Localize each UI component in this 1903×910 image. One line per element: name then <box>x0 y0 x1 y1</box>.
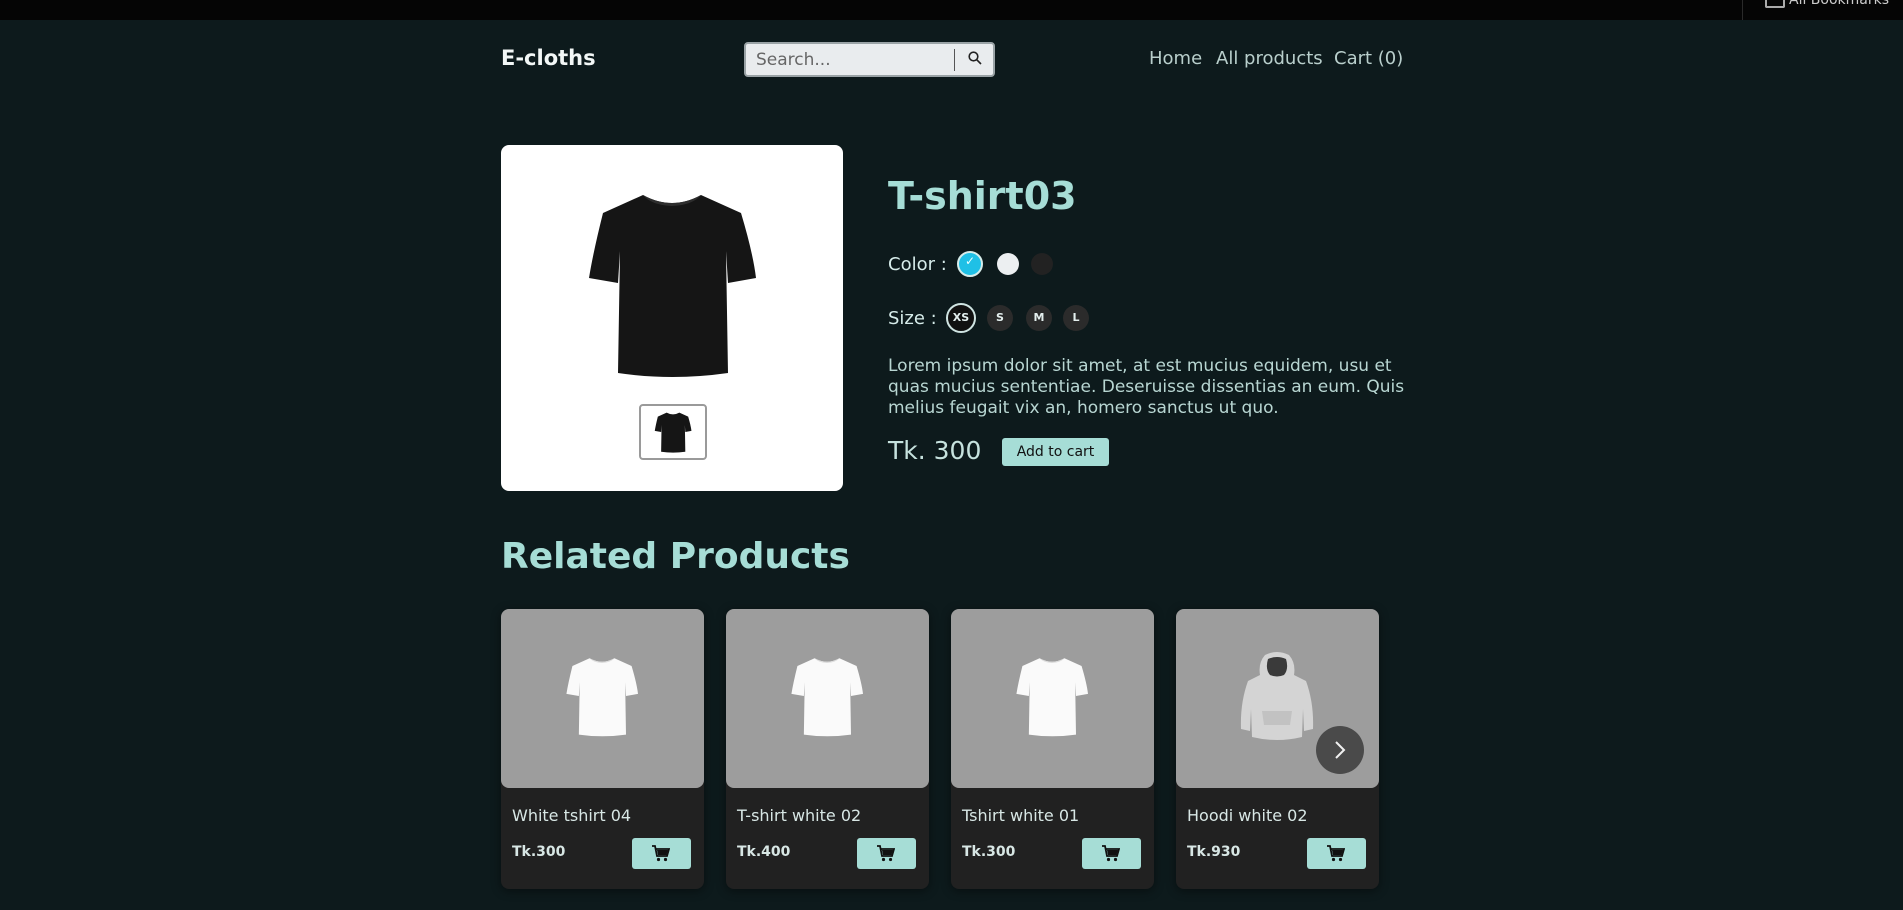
product-description: Lorem ipsum dolor sit amet, at est muciu… <box>888 356 1405 418</box>
card-add-to-cart-button[interactable] <box>1307 838 1366 869</box>
product-card-image <box>951 609 1154 788</box>
hoodie-icon <box>1240 652 1314 740</box>
product-card-name: T-shirt white 02 <box>737 806 862 825</box>
product-card-price: Tk.300 <box>962 844 1016 860</box>
color-swatch-white[interactable] <box>997 253 1019 275</box>
all-bookmarks-button[interactable]: All Bookmarks <box>1742 0 1903 20</box>
folder-icon <box>1765 0 1785 8</box>
search-button[interactable] <box>958 46 991 73</box>
cart-icon <box>1327 845 1345 862</box>
related-product-card[interactable]: Tshirt white 01 Tk.300 <box>951 609 1154 889</box>
product-gallery <box>501 145 843 491</box>
color-label: Color : <box>888 254 947 275</box>
tshirt-icon <box>1016 658 1088 737</box>
brand-logo[interactable]: E-cloths <box>501 46 596 70</box>
card-add-to-cart-button[interactable] <box>632 838 691 869</box>
size-option-xs[interactable]: XS <box>946 303 976 333</box>
product-card-price: Tk.930 <box>1187 844 1241 860</box>
search-box <box>744 42 995 77</box>
nav-home-link[interactable]: Home <box>1149 48 1202 69</box>
tshirt-icon <box>566 658 638 737</box>
carousel-next-button[interactable] <box>1316 726 1364 774</box>
product-thumbnail[interactable] <box>639 404 707 460</box>
cart-icon <box>1102 845 1120 862</box>
search-divider <box>954 49 955 71</box>
product-card-price: Tk.400 <box>737 844 791 860</box>
size-option-m[interactable]: M <box>1026 305 1052 331</box>
cart-icon <box>877 845 895 862</box>
product-image <box>589 195 756 377</box>
color-swatch-cyan[interactable]: ✓ <box>957 251 983 277</box>
product-card-image <box>501 609 704 788</box>
tshirt-icon <box>791 658 863 737</box>
product-price: Tk. 300 <box>888 436 982 465</box>
color-swatch-black[interactable] <box>1031 253 1053 275</box>
search-input[interactable] <box>756 48 956 71</box>
product-card-image <box>726 609 929 788</box>
related-products-heading: Related Products <box>501 536 850 577</box>
all-bookmarks-label: All Bookmarks <box>1789 0 1890 8</box>
product-card-name: Hoodi white 02 <box>1187 806 1308 825</box>
related-product-card[interactable]: T-shirt white 02 Tk.400 <box>726 609 929 889</box>
product-card-name: Tshirt white 01 <box>962 806 1080 825</box>
card-add-to-cart-button[interactable] <box>1082 838 1141 869</box>
size-option-l[interactable]: L <box>1063 305 1089 331</box>
card-add-to-cart-button[interactable] <box>857 838 916 869</box>
product-card-name: White tshirt 04 <box>512 806 632 825</box>
cart-icon <box>652 845 670 862</box>
search-icon <box>968 51 982 65</box>
tshirt-thumbnail-icon <box>654 412 692 453</box>
product-card-price: Tk.300 <box>512 844 566 860</box>
related-product-card[interactable]: White tshirt 04 Tk.300 <box>501 609 704 889</box>
chevron-right-icon <box>1335 741 1346 759</box>
product-title: T-shirt03 <box>888 174 1077 218</box>
size-label: Size : <box>888 308 937 329</box>
nav-all-products-link[interactable]: All products <box>1216 48 1323 69</box>
selected-check-icon: ✓ <box>964 254 976 268</box>
size-option-s[interactable]: S <box>987 305 1013 331</box>
browser-top-bar: All Bookmarks <box>0 0 1903 20</box>
nav-cart-link[interactable]: Cart (0) <box>1334 48 1403 69</box>
add-to-cart-button[interactable]: Add to cart <box>1002 438 1109 466</box>
